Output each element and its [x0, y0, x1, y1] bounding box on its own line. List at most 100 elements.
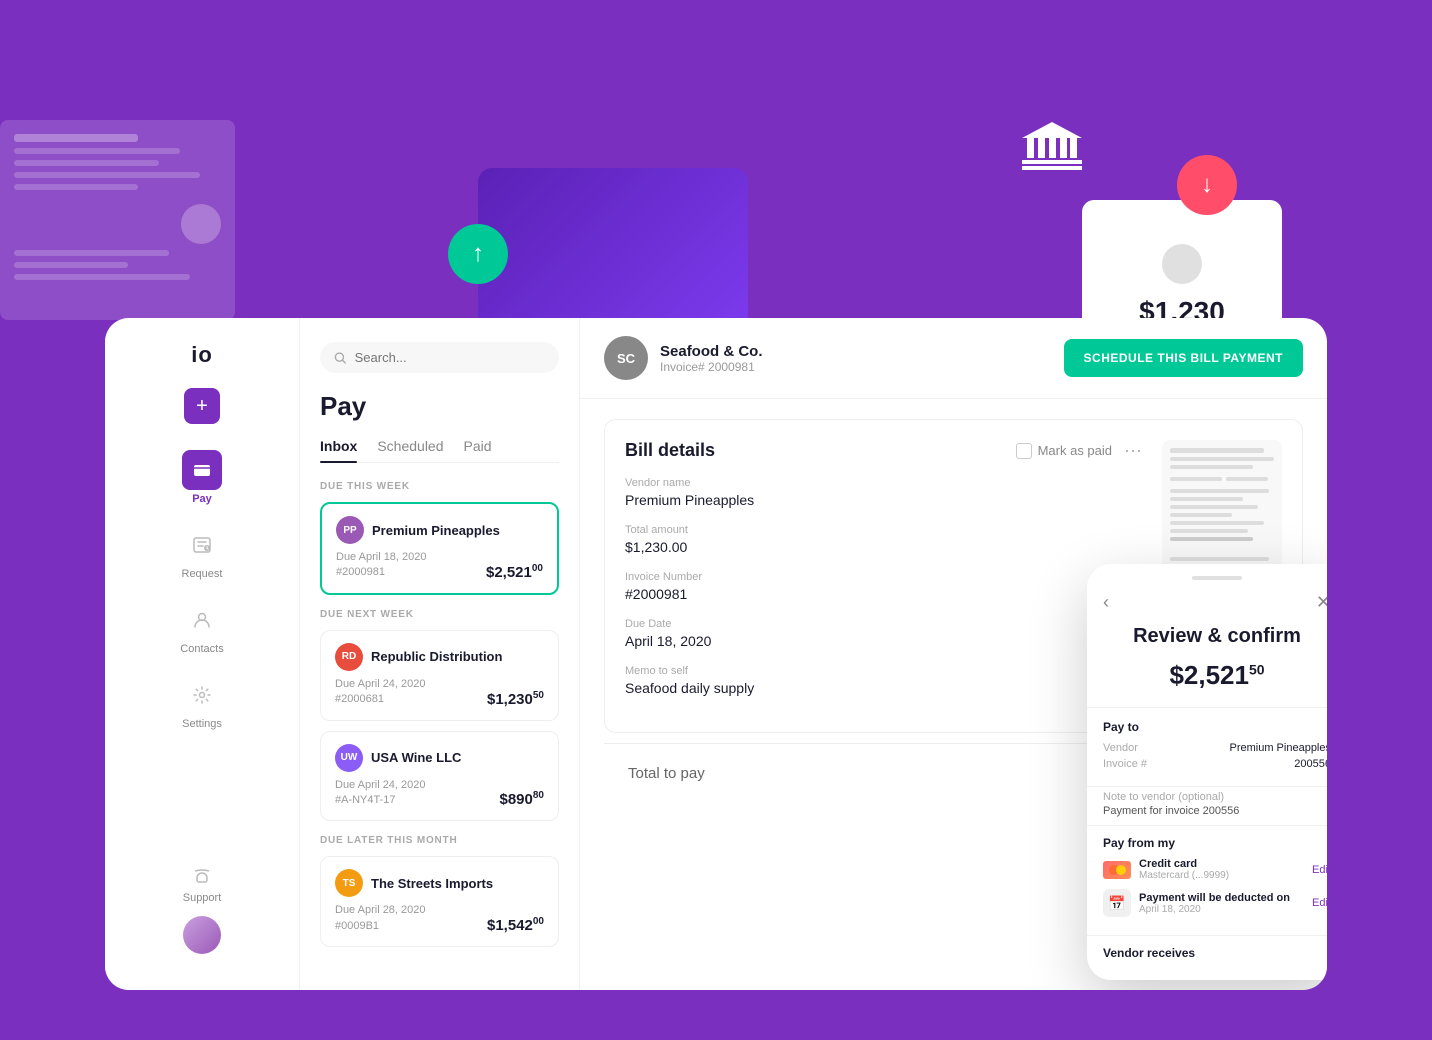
bg-credit-card: 1234 5678 9012 3456: [478, 168, 748, 328]
review-back-button[interactable]: ‹: [1103, 592, 1109, 613]
field-label-vendor: Vendor name: [625, 477, 1142, 489]
tab-inbox[interactable]: Inbox: [320, 438, 357, 462]
bill-field-memo: Memo to self Seafood daily supply: [625, 665, 1142, 696]
card-info: Credit card Mastercard (...9999): [1139, 858, 1229, 881]
search-bar: [320, 342, 559, 373]
invoice-number: Invoice# 2000981: [660, 360, 763, 374]
pay-from-title: Pay from my: [1103, 836, 1327, 850]
field-value-due: April 18, 2020: [625, 633, 1142, 649]
bill-item-usa-wine[interactable]: UW USA Wine LLC Due April 24, 2020#A-NY4…: [320, 731, 559, 822]
sidebar-item-request[interactable]: Request: [105, 515, 299, 590]
review-vendor-label: Vendor: [1103, 742, 1138, 754]
date-edit-link[interactable]: Edit: [1312, 897, 1327, 909]
mark-paid: Mark as paid: [1016, 443, 1112, 459]
review-close-button[interactable]: ✕: [1316, 592, 1327, 613]
vendor-receives-section: Vendor receives: [1087, 935, 1327, 980]
payment-method-left-date: 📅 Payment will be deducted on April 18, …: [1103, 889, 1290, 917]
search-input[interactable]: [355, 350, 545, 365]
schedule-button[interactable]: SCHEDULE THIS BILL PAYMENT: [1064, 339, 1303, 377]
bill-field-due: Due Date April 18, 2020: [625, 618, 1142, 649]
tabs: Inbox Scheduled Paid: [320, 438, 559, 463]
bill-amount-rd: $1,23050: [487, 690, 544, 708]
main-container: io + Pay Request: [105, 318, 1327, 990]
contacts-icon-wrap: [182, 600, 222, 640]
vendor-avatar-rd: RD: [335, 643, 363, 671]
support-item[interactable]: Support: [183, 867, 222, 904]
review-header: ‹ ✕: [1087, 588, 1327, 625]
vendor-info: Seafood & Co. Invoice# 2000981: [660, 343, 763, 374]
vendor-name-rd: Republic Distribution: [371, 649, 502, 664]
review-note-value: Payment for invoice 200556: [1103, 805, 1327, 817]
bill-details-title-row: Bill details Mark as paid ···: [625, 440, 1142, 461]
more-options[interactable]: ···: [1124, 440, 1142, 461]
sidebar-item-settings[interactable]: Settings: [105, 665, 299, 740]
date-value: April 18, 2020: [1139, 904, 1290, 915]
vendor-name-large: Seafood & Co.: [660, 343, 763, 360]
review-pay-to-section: Pay to Vendor Premium Pineapples Invoice…: [1087, 707, 1327, 786]
vendor-avatar-uw: UW: [335, 744, 363, 772]
bill-details-title: Bill details: [625, 440, 715, 461]
vendor-name-ts: The Streets Imports: [371, 876, 493, 891]
request-nav-label: Request: [182, 568, 223, 580]
payment-method-left-card: Credit card Mastercard (...9999): [1103, 858, 1229, 881]
bill-item-streets[interactable]: TS The Streets Imports Due April 28, 202…: [320, 856, 559, 947]
pay-icon-wrap: [182, 450, 222, 490]
review-amount: $2,52150: [1087, 656, 1327, 707]
upload-button[interactable]: ↑: [448, 224, 508, 284]
field-value-amount: $1,230.00: [625, 539, 1142, 555]
review-invoice-label: Invoice #: [1103, 758, 1147, 770]
sidebar-item-contacts[interactable]: Contacts: [105, 590, 299, 665]
sidebar-item-pay[interactable]: Pay: [105, 440, 299, 515]
download-button[interactable]: ↓: [1177, 155, 1237, 215]
vendor-avatar-sc: SC: [604, 336, 648, 380]
date-row: 📅 Payment will be deducted on April 18, …: [1103, 889, 1327, 917]
field-label-memo: Memo to self: [625, 665, 1142, 677]
review-title: Review & confirm: [1087, 625, 1327, 656]
tab-paid[interactable]: Paid: [464, 438, 492, 462]
vendor-avatar-ts: TS: [335, 869, 363, 897]
tab-scheduled[interactable]: Scheduled: [377, 438, 443, 462]
section-due-next-week: DUE NEXT WEEK: [320, 609, 559, 620]
user-avatar[interactable]: [183, 916, 221, 954]
card-edit-link[interactable]: Edit: [1312, 864, 1327, 876]
logo: io: [191, 342, 213, 368]
request-icon-wrap: [182, 525, 222, 565]
bill-field-vendor: Vendor name Premium Pineapples: [625, 477, 1142, 508]
calendar-icon: 📅: [1103, 889, 1131, 917]
bill-field-amount: Total amount $1,230.00: [625, 524, 1142, 555]
bill-item-republic[interactable]: RD Republic Distribution Due April 24, 2…: [320, 630, 559, 721]
support-label: Support: [183, 892, 222, 904]
field-value-invoice: #2000981: [625, 586, 1142, 602]
date-info: Payment will be deducted on April 18, 20…: [1139, 892, 1290, 915]
settings-icon-wrap: [182, 675, 222, 715]
pay-section: Pay Inbox Scheduled Paid DUE THIS WEEK P…: [300, 318, 580, 990]
invoice-preview-lines: [1170, 448, 1274, 577]
bill-amount-pp: $2,52100: [486, 563, 543, 581]
bill-details-section: SC Seafood & Co. Invoice# 2000981 SCHEDU…: [580, 318, 1327, 990]
pay-from-section: Pay from my Credit card Mastercard (...9…: [1087, 825, 1327, 935]
bill-details-header: SC Seafood & Co. Invoice# 2000981 SCHEDU…: [580, 318, 1327, 399]
add-button[interactable]: +: [184, 388, 220, 424]
bill-item-premium-pineapples[interactable]: PP Premium Pineapples Due April 18, 2020…: [320, 502, 559, 595]
bill-amount-uw: $89080: [500, 790, 545, 808]
field-label-amount: Total amount: [625, 524, 1142, 536]
page-title: Pay: [320, 391, 559, 422]
bill-due-info-pp: Due April 18, 2020#2000981: [336, 550, 427, 581]
sidebar: io + Pay Request: [105, 318, 300, 990]
vendor-avatar-pp: PP: [336, 516, 364, 544]
vendor-name-uw: USA Wine LLC: [371, 750, 461, 765]
review-handle: [1192, 576, 1242, 580]
section-due-this-week: DUE THIS WEEK: [320, 481, 559, 492]
field-label-due: Due Date: [625, 618, 1142, 630]
mark-paid-checkbox[interactable]: [1016, 443, 1032, 459]
settings-nav-label: Settings: [182, 718, 222, 730]
section-due-later: DUE LATER THIS MONTH: [320, 835, 559, 846]
bill-due-info-rd: Due April 24, 2020#2000681: [335, 677, 426, 708]
review-note-section: Note to vendor (optional) Payment for in…: [1087, 786, 1327, 825]
card-label: Credit card: [1139, 858, 1229, 870]
bank-icon: [1022, 120, 1082, 182]
bg-document-left: [0, 120, 235, 320]
review-pay-to-title: Pay to: [1103, 720, 1327, 734]
bill-fields: Bill details Mark as paid ··· Vendor nam…: [625, 440, 1142, 712]
total-label: Total to pay: [628, 765, 705, 782]
